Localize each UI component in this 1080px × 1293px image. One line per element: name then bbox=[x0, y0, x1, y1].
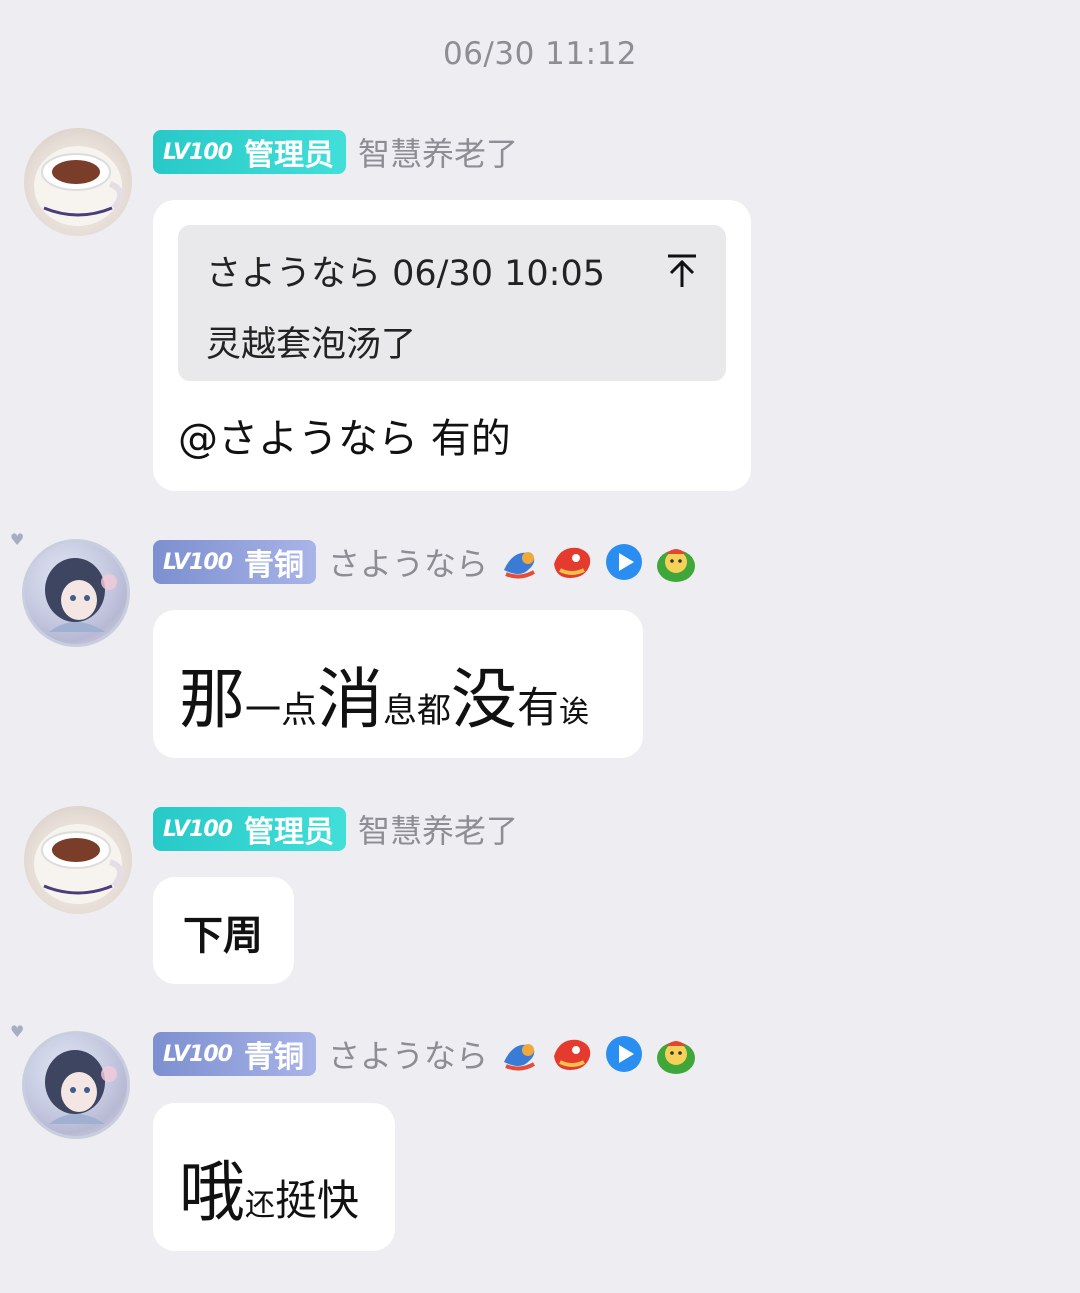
message-header: LV100 青铜 さようなら bbox=[153, 539, 706, 585]
text-segment: 诶 bbox=[559, 695, 590, 730]
avatar[interactable] bbox=[24, 128, 132, 236]
reply-author-time: さようなら 06/30 10:05 bbox=[206, 254, 605, 294]
text-segment: 息都 bbox=[383, 691, 452, 731]
avatar[interactable] bbox=[24, 806, 132, 914]
text-segment: 还 bbox=[245, 1188, 275, 1223]
sender-name[interactable]: 智慧养老了 bbox=[358, 129, 518, 175]
decoration-badges bbox=[498, 540, 706, 584]
message-text: 哦还挺快 bbox=[179, 1139, 359, 1235]
sender-name[interactable]: さようなら bbox=[328, 539, 488, 585]
message-bubble[interactable]: 那一点消息都没有诶 bbox=[153, 610, 643, 758]
dragon-head-icon[interactable] bbox=[550, 540, 594, 584]
level-badge: LV100 管理员 bbox=[153, 807, 346, 851]
decoration-badges bbox=[498, 1032, 706, 1076]
green-face-icon[interactable] bbox=[654, 1032, 698, 1076]
level-text: LV100 bbox=[163, 1041, 233, 1067]
level-badge: LV100 青铜 bbox=[153, 540, 316, 584]
avatar[interactable] bbox=[22, 1031, 130, 1139]
jump-to-original-icon[interactable] bbox=[666, 253, 698, 293]
text-segment: 一点 bbox=[245, 690, 318, 731]
dragon-head-icon[interactable] bbox=[550, 1032, 594, 1076]
play-icon[interactable] bbox=[602, 1032, 646, 1076]
message-header: LV100 管理员 智慧养老了 bbox=[153, 806, 518, 852]
heart-icon: ♥ bbox=[10, 530, 25, 549]
message-text: 下周 bbox=[183, 913, 263, 959]
level-badge: LV100 管理员 bbox=[153, 130, 346, 174]
level-text: LV100 bbox=[163, 816, 233, 842]
text-segment: 那 bbox=[179, 661, 245, 738]
text-segment: 挺快 bbox=[275, 1176, 360, 1225]
level-text: LV100 bbox=[163, 139, 233, 165]
message-text: @さようなら 有的 bbox=[178, 416, 511, 462]
text-segment: 哦 bbox=[179, 1154, 245, 1231]
reply-quote[interactable]: さようなら 06/30 10:05 灵越套泡汤了 bbox=[178, 225, 726, 381]
green-face-icon[interactable] bbox=[654, 540, 698, 584]
message-header: LV100 青铜 さようなら bbox=[153, 1031, 706, 1077]
sender-name[interactable]: さようなら bbox=[328, 1031, 488, 1077]
role-text: 青铜 bbox=[243, 548, 304, 583]
message-bubble[interactable]: 下周 bbox=[153, 877, 294, 984]
dragon-icon[interactable] bbox=[498, 1032, 542, 1076]
sender-name[interactable]: 智慧养老了 bbox=[358, 806, 518, 852]
role-text: 管理员 bbox=[243, 815, 334, 850]
text-segment: 有 bbox=[517, 683, 560, 732]
text-segment: 消 bbox=[317, 661, 384, 738]
play-icon[interactable] bbox=[602, 540, 646, 584]
heart-icon: ♥ bbox=[10, 1022, 25, 1041]
avatar[interactable] bbox=[22, 539, 130, 647]
message-bubble[interactable]: さようなら 06/30 10:05 灵越套泡汤了 @さようなら 有的 bbox=[153, 200, 751, 491]
reply-text: 灵越套泡汤了 bbox=[206, 325, 417, 365]
role-text: 管理员 bbox=[243, 138, 334, 173]
message-text: 那一点消息都没有诶 bbox=[179, 646, 589, 742]
level-text: LV100 bbox=[163, 549, 233, 575]
message-bubble[interactable]: 哦还挺快 bbox=[153, 1103, 395, 1251]
level-badge: LV100 青铜 bbox=[153, 1032, 316, 1076]
chat-timestamp: 06/30 11:12 bbox=[442, 36, 638, 72]
message-header: LV100 管理员 智慧养老了 bbox=[153, 129, 518, 175]
text-segment: 没 bbox=[451, 661, 518, 738]
dragon-icon[interactable] bbox=[498, 540, 542, 584]
role-text: 青铜 bbox=[243, 1040, 304, 1075]
